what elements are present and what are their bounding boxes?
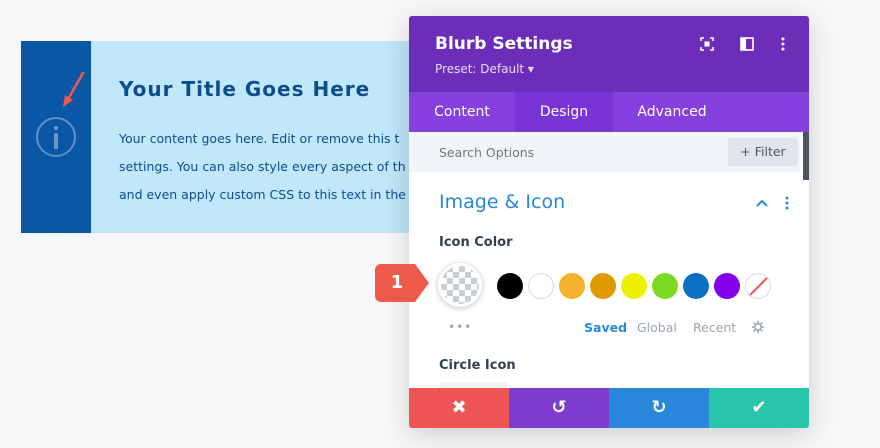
current-color-swatch[interactable]	[438, 263, 482, 307]
more-colors-button[interactable]: •••	[448, 320, 472, 334]
swatch-black[interactable]	[497, 273, 523, 299]
blurb-module-preview[interactable]: Your Title Goes Here Your content goes h…	[21, 41, 451, 233]
filter-button[interactable]: + Filter	[728, 138, 798, 166]
chevron-up-icon[interactable]	[755, 197, 769, 209]
tab-content[interactable]: Content	[409, 92, 515, 132]
redo-icon[interactable]: ↻	[609, 388, 709, 428]
blurb-text-line: settings. You can also style every aspec…	[119, 159, 406, 174]
palette-tab-recent[interactable]: Recent	[693, 320, 736, 335]
undo-icon[interactable]: ↺	[509, 388, 609, 428]
close-icon[interactable]: ✖	[409, 388, 509, 428]
swatch-orange[interactable]	[590, 273, 616, 299]
preset-dropdown[interactable]: Preset: Default ▾	[435, 62, 534, 76]
circle-icon-label: Circle Icon	[439, 358, 516, 373]
split-view-icon[interactable]	[739, 36, 755, 52]
no-color-swatch[interactable]	[745, 273, 771, 299]
palette-tab-saved[interactable]: Saved	[584, 320, 627, 335]
swatch-blue[interactable]	[683, 273, 709, 299]
swatch-green[interactable]	[652, 273, 678, 299]
panel-header: Blurb Settings Preset: Default ▾	[409, 16, 809, 92]
more-vertical-icon[interactable]	[775, 36, 791, 52]
palette-tab-global[interactable]: Global	[637, 320, 677, 335]
swatch-white[interactable]	[528, 273, 554, 299]
panel-footer: ✖ ↺ ↻ ✔	[409, 388, 809, 428]
blurb-text-line: Your content goes here. Edit or remove t…	[119, 131, 400, 146]
info-circle-icon	[36, 117, 76, 157]
swatch-amber[interactable]	[559, 273, 585, 299]
panel-title: Blurb Settings	[435, 34, 573, 54]
tab-design[interactable]: Design	[515, 92, 613, 132]
swatch-purple[interactable]	[714, 273, 740, 299]
blurb-title: Your Title Goes Here	[119, 77, 371, 101]
blurb-body-text: Your content goes here. Edit or remove t…	[119, 125, 451, 209]
blurb-text-line: and even apply custom CSS to this text i…	[119, 187, 406, 202]
section-title-image-icon[interactable]: Image & Icon	[439, 191, 565, 213]
step-badge-number: 1	[390, 272, 404, 293]
tab-advanced[interactable]: Advanced	[613, 92, 731, 132]
search-options-input[interactable]	[429, 132, 709, 172]
gear-icon[interactable]	[751, 320, 765, 334]
swatch-yellow[interactable]	[621, 273, 647, 299]
check-icon[interactable]: ✔	[709, 388, 809, 428]
section-more-icon[interactable]	[781, 195, 793, 211]
icon-color-label: Icon Color	[439, 235, 513, 250]
scrollbar-thumb[interactable]	[803, 132, 809, 180]
pointer-arrow-icon	[63, 71, 85, 107]
blurb-settings-panel: Blurb Settings Preset: Default ▾ Content…	[409, 16, 809, 428]
fullscreen-icon[interactable]	[699, 36, 715, 52]
search-bar: + Filter	[409, 132, 801, 172]
settings-tabs: Content Design Advanced	[409, 92, 809, 132]
